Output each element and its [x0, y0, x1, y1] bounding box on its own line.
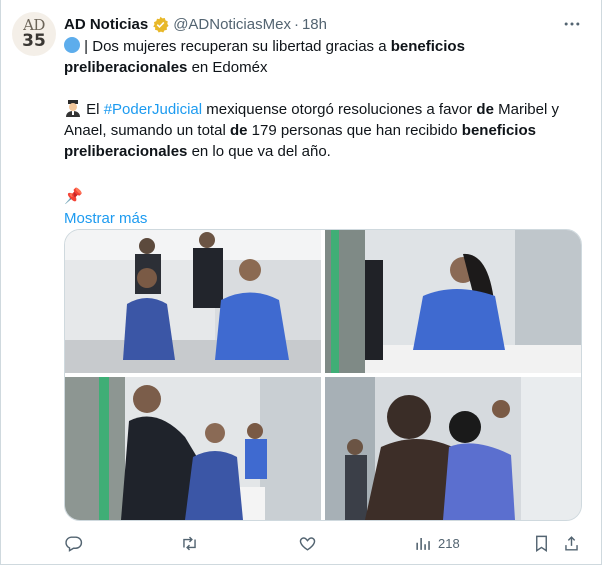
tweet-paragraph-3: 📌	[64, 183, 584, 207]
text-span: mexiquense otorgó resoluciones a favor	[202, 101, 477, 118]
reply-icon	[65, 535, 83, 552]
heart-icon	[299, 536, 316, 551]
photo-4[interactable]	[325, 377, 581, 520]
text-bold: de	[476, 101, 494, 118]
tweet-paragraph-2: El #PoderJudicial mexiquense otorgó reso…	[64, 99, 584, 162]
views-button[interactable]: 218	[414, 532, 460, 554]
tweet-header: AD Noticias @ADNoticiasMex · 18h	[64, 14, 327, 34]
photo-3[interactable]	[65, 377, 321, 520]
text-span: | Dos mujeres recuperan su libertad grac…	[84, 38, 391, 55]
tweet-paragraph-1: | Dos mujeres recuperan su libertad grac…	[64, 36, 584, 78]
pushpin-emoji-icon: 📌	[64, 188, 83, 205]
tweet-text: | Dos mujeres recuperan su libertad grac…	[64, 36, 584, 229]
author-handle[interactable]: @ADNoticiasMex	[173, 16, 291, 33]
verified-badge-icon[interactable]	[152, 16, 169, 33]
share-button[interactable]	[562, 532, 581, 554]
text-span: en Edoméx	[187, 59, 268, 76]
views-icon	[416, 537, 430, 550]
retweet-icon	[183, 536, 196, 550]
hashtag-link[interactable]: #PoderJudicial	[104, 101, 202, 118]
separator-dot: ·	[293, 15, 299, 33]
photo-2[interactable]	[325, 230, 581, 373]
bookmark-button[interactable]	[532, 532, 551, 554]
avatar-text-bottom: 35	[22, 31, 46, 51]
avatar[interactable]: AD 35	[12, 12, 56, 56]
share-icon	[565, 535, 578, 551]
judge-emoji-icon	[66, 100, 80, 117]
reply-button[interactable]	[64, 532, 83, 554]
retweet-button[interactable]	[180, 532, 199, 554]
photo-1[interactable]	[65, 230, 321, 373]
media-grid[interactable]	[64, 229, 582, 521]
views-count: 218	[438, 535, 460, 551]
show-more-link[interactable]: Mostrar más	[64, 208, 147, 229]
blue-circle-emoji-icon	[64, 37, 80, 53]
bookmark-icon	[536, 535, 547, 552]
more-options-icon[interactable]	[562, 14, 582, 34]
text-bold: de	[229, 122, 248, 139]
text-span: en lo que va del año.	[187, 143, 331, 160]
action-bar: 218	[64, 532, 584, 554]
author-name[interactable]: AD Noticias	[64, 16, 148, 33]
text-span: 179 personas que han recibido	[247, 122, 462, 139]
text-span: El	[82, 101, 104, 118]
timestamp[interactable]: 18h	[302, 16, 327, 33]
like-button[interactable]	[298, 532, 317, 554]
